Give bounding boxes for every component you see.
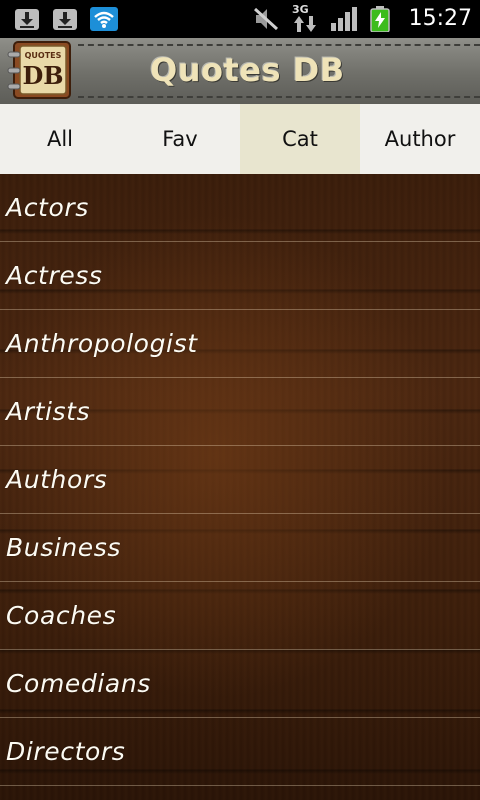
app-header: QUOTES DB Quotes DB (0, 38, 480, 105)
app-title: Quotes DB (150, 51, 345, 89)
list-item-label: Business (6, 533, 122, 562)
list-item[interactable]: Actress (0, 242, 480, 310)
tab-bar: All Fav Cat Author (0, 104, 480, 174)
clock: 15:27 (408, 6, 472, 31)
list-item-label: Authors (6, 465, 108, 494)
list-item[interactable]: Business (0, 514, 480, 582)
list-item[interactable]: Authors (0, 446, 480, 514)
category-list[interactable]: Actors Actress Anthropologist Artists Au… (0, 174, 480, 800)
logo-db-text: DB (22, 61, 63, 90)
battery-charging-icon (370, 6, 390, 32)
data-arrows-icon (294, 16, 316, 32)
tab-fav[interactable]: Fav (120, 104, 240, 174)
download-icon (53, 9, 77, 30)
screen: 3G 15:27 QUOTES DB Quotes DB All Fav Cat… (0, 0, 480, 800)
list-item-label: Artists (6, 397, 91, 426)
app-logo: QUOTES DB (7, 41, 71, 99)
header-stitch-top (78, 44, 480, 46)
download-icon (15, 9, 39, 30)
list-item-label: Coaches (6, 601, 117, 630)
list-item-label: Actress (6, 261, 103, 290)
list-item-label: Comedians (6, 669, 151, 698)
list-item-label: Directors (6, 737, 126, 766)
list-item[interactable]: Comedians (0, 650, 480, 718)
header-stitch-bottom (78, 96, 480, 98)
list-item-label: Anthropologist (6, 329, 198, 358)
list-item[interactable]: Directors (0, 718, 480, 786)
list-item[interactable]: Coaches (0, 582, 480, 650)
tab-cat[interactable]: Cat (240, 104, 360, 174)
wifi-icon (90, 7, 118, 31)
list-item[interactable]: Anthropologist (0, 310, 480, 378)
list-item-label: Actors (6, 193, 89, 222)
logo-quotes-text: QUOTES (25, 51, 62, 60)
tab-author[interactable]: Author (360, 104, 480, 174)
status-bar: 3G 15:27 (0, 0, 480, 38)
network-type-label: 3G (292, 3, 309, 16)
signal-icon (331, 7, 357, 31)
mute-icon (253, 7, 279, 31)
tab-all[interactable]: All (0, 104, 120, 174)
list-item[interactable]: Artists (0, 378, 480, 446)
list-item[interactable]: Actors (0, 174, 480, 242)
